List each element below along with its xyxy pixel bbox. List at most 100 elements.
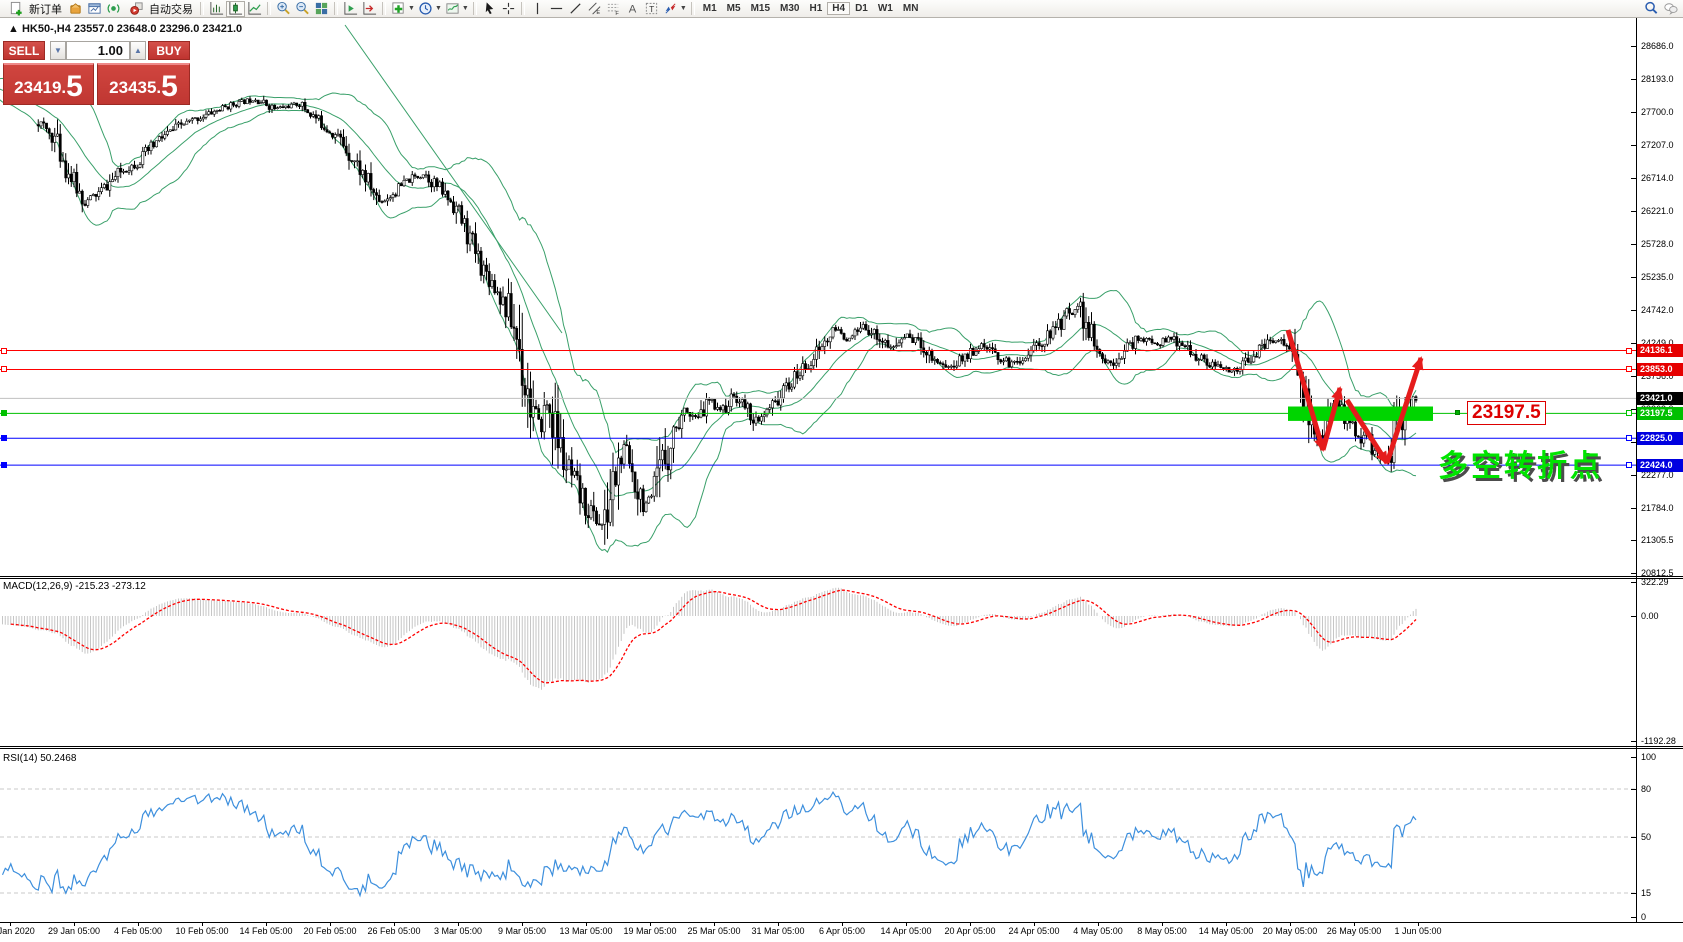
candle-bearish (1181, 343, 1183, 346)
time-axis-label: 31 Mar 05:00 (751, 926, 804, 936)
candle-bullish (785, 383, 787, 386)
package-icon[interactable] (66, 1, 85, 17)
rsi-pane[interactable] (0, 749, 1683, 922)
timeframe-m5[interactable]: M5 (722, 2, 746, 15)
support-price-label[interactable]: 23197.5 (1467, 401, 1546, 425)
candle-bullish (89, 196, 91, 200)
candlestick-chart-icon[interactable] (226, 1, 245, 17)
line-handle[interactable] (1, 462, 7, 468)
line-handle[interactable] (1626, 366, 1632, 372)
crosshair-icon[interactable] (499, 1, 518, 17)
candle-bearish (452, 202, 454, 213)
vertical-line-icon[interactable] (528, 1, 547, 17)
search-icon[interactable] (1642, 1, 1661, 17)
chart-window-icon[interactable] (85, 1, 104, 17)
volume-increase-button[interactable]: ▲ (130, 41, 146, 60)
arrows-icon[interactable] (661, 1, 680, 17)
chat-icon[interactable] (1661, 1, 1680, 17)
bar-chart-icon[interactable] (207, 1, 226, 17)
add-indicator-icon[interactable] (389, 1, 408, 17)
bollinger-lower-band[interactable] (0, 91, 1416, 552)
time-axis-label: 4 May 05:00 (1073, 926, 1123, 936)
candle-bearish (296, 103, 298, 106)
candle-bearish (120, 168, 122, 172)
trend-arrow[interactable] (1288, 330, 1323, 450)
timeframe-mn[interactable]: MN (898, 2, 924, 15)
price-axis-tick-label: 21784.0 (1641, 503, 1674, 513)
collapse-arrow-icon[interactable]: ▲ (8, 23, 19, 35)
price-label-handle[interactable] (1455, 410, 1460, 415)
candle-bearish (1264, 344, 1266, 348)
turning-point-annotation[interactable]: 多空转折点 (1438, 441, 1603, 485)
candle-bullish (653, 476, 655, 496)
line-handle[interactable] (1626, 348, 1632, 354)
candle-bearish (1151, 339, 1153, 343)
volume-input[interactable]: 1.00 (66, 41, 130, 60)
new-order-button[interactable]: 新订单 (3, 1, 66, 17)
line-handle[interactable] (1, 435, 7, 441)
candle-bearish (521, 349, 523, 385)
auto-trading-button[interactable]: 自动交易 (123, 1, 197, 17)
timeframe-w1[interactable]: W1 (873, 2, 898, 15)
templates-caret[interactable]: ▼ (462, 5, 469, 12)
candle-bullish (1258, 345, 1260, 357)
cursor-icon[interactable] (480, 1, 499, 17)
line-handle[interactable] (1626, 462, 1632, 468)
buy-button[interactable]: BUY (148, 41, 190, 60)
pane-divider[interactable] (0, 746, 1683, 749)
candle-bullish (969, 348, 971, 358)
line-handle[interactable] (1626, 435, 1632, 441)
trendline[interactable] (345, 25, 562, 333)
zoom-out-icon[interactable] (293, 1, 312, 17)
line-handle[interactable] (1, 366, 7, 372)
rsi-line[interactable] (3, 792, 1417, 895)
equidistant-channel-icon[interactable]: E (585, 1, 604, 17)
text-label-icon[interactable]: T (642, 1, 661, 17)
auto-scroll-icon[interactable] (341, 1, 360, 17)
volume-decrease-button[interactable]: ▼ (50, 41, 66, 60)
candle-bearish (342, 137, 344, 146)
candle-bullish (1074, 310, 1076, 315)
periods-caret[interactable]: ▼ (435, 5, 442, 12)
macd-pane[interactable] (0, 579, 1683, 746)
add-indicator-caret[interactable]: ▼ (408, 5, 415, 12)
timeframe-m30[interactable]: M30 (775, 2, 804, 15)
templates-icon[interactable] (443, 1, 462, 17)
price-pane[interactable] (0, 18, 1683, 576)
candle-bullish (1178, 343, 1180, 346)
line-handle[interactable] (1, 410, 7, 416)
trendline-icon[interactable] (566, 1, 585, 17)
candle-bullish (609, 500, 611, 522)
line-handle[interactable] (1626, 410, 1632, 416)
timeframe-d1[interactable]: D1 (850, 2, 873, 15)
line-handle[interactable] (1, 348, 7, 354)
periods-clock-icon[interactable] (416, 1, 435, 17)
buy-price-display[interactable]: 23435.5 (97, 63, 190, 105)
signal-icon[interactable] (104, 1, 123, 17)
tile-windows-icon[interactable] (312, 1, 331, 17)
candle-bullish (384, 201, 386, 202)
pane-divider[interactable] (0, 576, 1683, 579)
fibonacci-icon[interactable]: F (604, 1, 623, 17)
candle-bullish (177, 123, 179, 124)
candle-bearish (1019, 362, 1021, 364)
timeframe-m15[interactable]: M15 (746, 2, 775, 15)
sell-button[interactable]: SELL (3, 41, 45, 60)
chart-shift-icon[interactable] (360, 1, 379, 17)
line-chart-icon[interactable] (245, 1, 264, 17)
horizontal-line-icon[interactable] (547, 1, 566, 17)
timeframe-h4[interactable]: H4 (827, 2, 850, 15)
macd-axis-tick (1631, 616, 1636, 617)
candle-bullish (122, 171, 124, 172)
macd-signal-line[interactable] (11, 590, 1416, 683)
text-icon[interactable]: A (623, 1, 642, 17)
arrows-caret[interactable]: ▼ (680, 5, 687, 12)
timeframe-h1[interactable]: H1 (804, 2, 827, 15)
candle-bearish (447, 191, 449, 200)
sell-price-display[interactable]: 23419.5 (3, 63, 94, 105)
bollinger-upper-band[interactable] (0, 71, 1416, 453)
candle-bullish (903, 338, 905, 339)
bollinger-middle-band[interactable] (0, 81, 1416, 497)
zoom-in-icon[interactable] (274, 1, 293, 17)
timeframe-m1[interactable]: M1 (698, 2, 722, 15)
